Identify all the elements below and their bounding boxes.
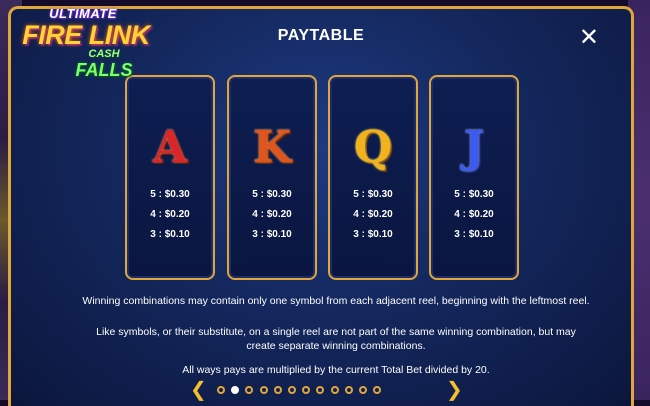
chevron-left-icon[interactable]: ❮: [190, 379, 207, 399]
pay-line-5: 5 : $0.30: [150, 189, 190, 200]
page-dot[interactable]: [330, 386, 339, 394]
rule-text-like-symbols: Like symbols, or their substitute, on a …: [96, 326, 576, 352]
page-dot[interactable]: [217, 386, 225, 394]
pay-line-4: 4 : $0.20: [353, 209, 393, 220]
logo-line-cash: CASH: [88, 48, 120, 60]
pay-line-5: 5 : $0.30: [353, 189, 393, 200]
page-dot[interactable]: [373, 386, 382, 394]
page-dot[interactable]: [344, 386, 353, 394]
pay-line-3: 3 : $0.10: [150, 229, 190, 240]
page-dot[interactable]: [288, 386, 296, 394]
pay-line-3: 3 : $0.10: [353, 229, 393, 240]
page-dot[interactable]: [231, 386, 240, 394]
pay-line-4: 4 : $0.20: [454, 209, 494, 220]
pay-line-3: 3 : $0.10: [252, 229, 292, 240]
game-logo: ULTIMATE FIRE LINK CASH FALLS: [22, 6, 150, 88]
symbol-k-icon: K: [252, 122, 292, 173]
pay-line-3: 3 : $0.10: [454, 229, 494, 240]
page-dot[interactable]: [302, 386, 311, 394]
page-navigation: ❮ ❯: [0, 379, 650, 399]
symbol-j-icon: J: [463, 122, 485, 173]
symbol-card-j: J 5 : $0.30 4 : $0.20 3 : $0.10: [429, 75, 519, 280]
page-dot[interactable]: [359, 386, 367, 394]
logo-line-fire-link: FIRE LINK: [22, 20, 150, 50]
symbol-q-icon: Q: [353, 122, 393, 173]
pay-line-4: 4 : $0.20: [252, 209, 292, 220]
close-icon[interactable]: ✕: [579, 25, 599, 49]
chevron-right-icon[interactable]: ❯: [446, 379, 463, 399]
pay-line-5: 5 : $0.30: [252, 189, 292, 200]
page-dot[interactable]: [245, 386, 254, 394]
page-dot[interactable]: [316, 386, 325, 394]
rule-text-ways-pays: All ways pays are multiplied by the curr…: [182, 364, 490, 376]
pay-line-5: 5 : $0.30: [454, 189, 494, 200]
symbol-card-k: K 5 : $0.30 4 : $0.20 3 : $0.10: [227, 75, 317, 280]
symbol-card-a: A 5 : $0.30 4 : $0.20 3 : $0.10: [125, 75, 215, 280]
symbol-card-q: Q 5 : $0.30 4 : $0.20 3 : $0.10: [328, 75, 418, 280]
page-dot[interactable]: [259, 386, 268, 394]
rule-text-adjacent-reels: Winning combinations may contain only on…: [82, 295, 590, 307]
symbol-a-icon: A: [152, 122, 188, 173]
logo-line-ultimate: ULTIMATE: [49, 6, 117, 21]
logo-line-falls: FALLS: [75, 60, 133, 80]
page-dot[interactable]: [273, 386, 282, 394]
pay-line-4: 4 : $0.20: [150, 209, 190, 220]
